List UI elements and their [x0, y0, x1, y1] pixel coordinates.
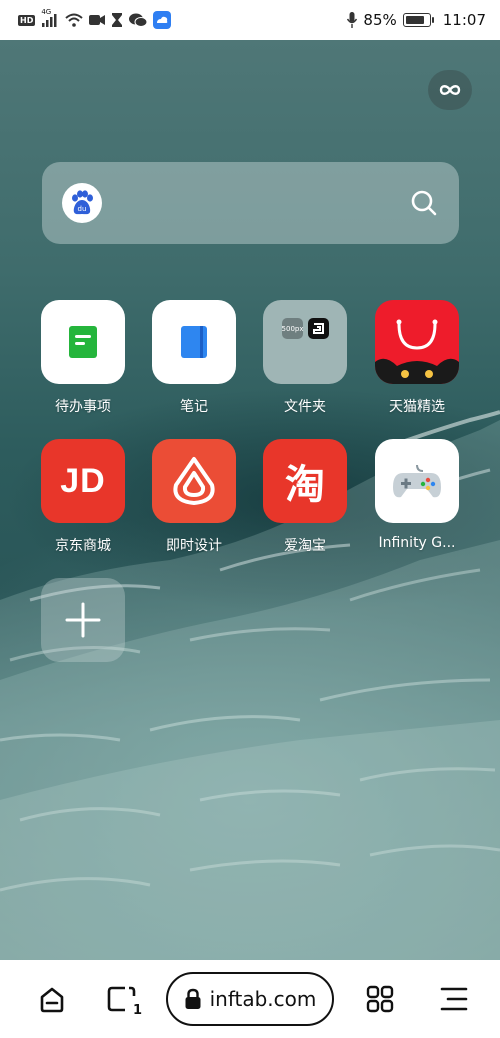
tabs-button[interactable]: 1: [100, 974, 144, 1024]
app-label: 即时设计: [166, 538, 222, 554]
app-label: 京东商城: [55, 538, 111, 554]
baidu-logo-text: du: [78, 205, 87, 213]
jd-logo-text: JD: [60, 461, 106, 500]
taobao-icon[interactable]: 淘: [263, 439, 347, 523]
js-design-icon[interactable]: [152, 439, 236, 523]
folder-icon[interactable]: 500px: [263, 300, 347, 384]
infinity-button[interactable]: [428, 70, 472, 110]
app-jd[interactable]: JD 京东商城: [28, 439, 138, 555]
app-label: 文件夹: [284, 399, 326, 415]
app-infinity-games[interactable]: Infinity G...: [362, 439, 472, 551]
home-icon: [40, 987, 64, 1013]
tab-count: 1: [132, 1003, 142, 1018]
app-taobao[interactable]: 淘 爱淘宝: [250, 439, 360, 555]
app-label: 天猫精选: [389, 399, 445, 415]
wifi-icon: [65, 13, 84, 27]
add-app-button[interactable]: [28, 578, 138, 662]
app-notes[interactable]: 笔记: [139, 300, 249, 416]
hourglass-icon: [111, 13, 123, 27]
app-label: Infinity G...: [378, 535, 456, 551]
tmall-icon[interactable]: [375, 300, 459, 384]
hd-icon: HD: [18, 14, 36, 26]
folder-item-500px-icon: 500px: [282, 318, 303, 339]
apps-grid-button[interactable]: [358, 974, 402, 1024]
cloud-app-icon: [153, 11, 172, 29]
status-bar: HD 4G 85% 11:07: [0, 0, 500, 40]
gamepad-icon[interactable]: [375, 439, 459, 523]
folder-item-9gag-icon: [308, 318, 329, 339]
bottom-navigation: 1 inftab.com: [0, 960, 500, 1038]
taobao-logo-text: 淘: [285, 462, 325, 508]
menu-icon: [440, 987, 468, 1011]
notes-icon[interactable]: [152, 300, 236, 384]
app-label: 笔记: [180, 399, 208, 415]
app-folder[interactable]: 500px 文件夹: [250, 300, 360, 416]
jd-icon[interactable]: JD: [41, 439, 125, 523]
battery-percent: 85%: [363, 11, 397, 29]
signal-4g-icon: 4G: [41, 8, 59, 27]
menu-button[interactable]: [432, 974, 476, 1024]
app-tmall[interactable]: 天猫精选: [362, 300, 472, 416]
plus-icon[interactable]: [41, 578, 125, 662]
baidu-logo-icon[interactable]: du: [62, 183, 102, 223]
app-label: 爱淘宝: [284, 538, 326, 554]
app-label: 待办事项: [55, 399, 111, 415]
app-js-design[interactable]: 即时设计: [139, 439, 249, 555]
lock-icon: [185, 988, 201, 1009]
video-icon: [89, 14, 106, 26]
search-icon[interactable]: [409, 188, 439, 218]
battery-icon: [402, 13, 434, 27]
microphone-icon: [347, 12, 358, 28]
home-button[interactable]: [30, 974, 74, 1024]
url-text: inftab.com: [209, 987, 317, 1011]
battery-fill: [405, 16, 424, 24]
app-todo[interactable]: 待办事项: [28, 300, 138, 416]
url-bar[interactable]: inftab.com: [166, 972, 334, 1026]
todo-icon[interactable]: [41, 300, 125, 384]
wechat-icon: [129, 13, 148, 27]
status-time: 11:07: [442, 11, 486, 29]
network-type: 4G: [41, 8, 52, 16]
infinity-icon: [439, 85, 461, 95]
grid-icon: [366, 985, 394, 1013]
search-bar[interactable]: du: [42, 162, 459, 244]
search-input[interactable]: [114, 193, 397, 213]
